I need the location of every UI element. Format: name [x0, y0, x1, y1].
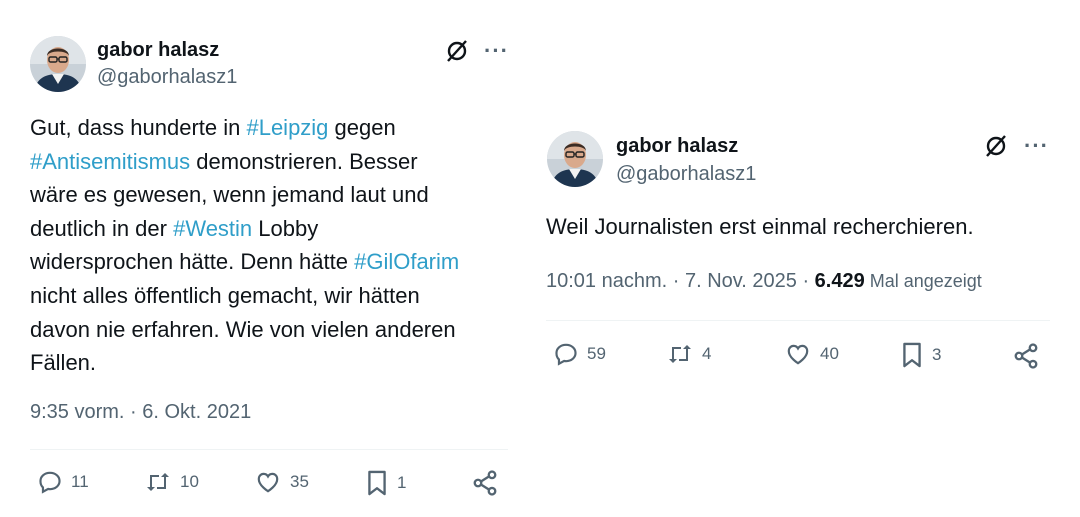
more-icon[interactable]: ··· [1024, 135, 1049, 157]
bookmark-icon [900, 341, 924, 369]
like-count: 35 [290, 472, 309, 491]
tweet-card: gabor halasz @gaborhalasz1 ··· Weil Jour… [530, 0, 1080, 517]
tweet-text-line: Gut, dass hunderte in #Leipzig gegen [30, 111, 520, 145]
repost-count: 4 [702, 344, 712, 363]
tweet-text-line: Weil Journalisten erst einmal recherchie… [546, 210, 1066, 244]
text-segment: wäre es gewesen, wenn jemand laut und [30, 182, 429, 208]
text-segment: demonstrieren. Besser [190, 148, 418, 174]
avatar[interactable] [547, 131, 603, 187]
text-segment: davon nie erfahren. Wie von vielen ander… [30, 316, 456, 342]
tweet-text-line: widersprochen hätte. Denn hätte #GilOfar… [30, 245, 520, 279]
repost-icon [666, 341, 694, 367]
reply-button[interactable]: 59 [553, 341, 606, 367]
author-handle[interactable]: @gaborhalasz1 [97, 66, 237, 89]
like-button[interactable]: 35 [254, 469, 309, 495]
grok-icon[interactable] [444, 38, 470, 64]
timestamp-text[interactable]: 10:01 nachm. · 7. Nov. 2025 · [546, 270, 815, 292]
hashtag-link[interactable]: #GilOfarim [354, 249, 459, 274]
tweet-text-line: nicht alles öffentlich gemacht, wir hätt… [30, 279, 520, 313]
hashtag-link[interactable]: #Westin [173, 216, 252, 241]
bookmark-count: 3 [932, 345, 942, 364]
like-icon [784, 341, 812, 367]
tweet-card: gabor halasz @gaborhalasz1 ··· Gut, dass… [0, 0, 530, 517]
share-button[interactable] [471, 469, 499, 497]
hashtag-link[interactable]: #Leipzig [246, 115, 328, 140]
reply-button[interactable]: 11 [37, 469, 89, 495]
divider [30, 449, 508, 450]
share-icon [471, 469, 499, 497]
text-segment: gegen [328, 115, 396, 140]
reply-count: 11 [71, 472, 89, 491]
views-label: Mal angezeigt [864, 271, 982, 291]
bookmark-count: 1 [397, 473, 407, 492]
tweet-text-line: deutlich in der #Westin Lobby [30, 212, 520, 246]
more-icon[interactable]: ··· [484, 40, 509, 62]
views-count: 6.429 [814, 270, 865, 292]
reply-icon [37, 469, 63, 495]
text-segment: deutlich in der [30, 215, 174, 241]
text-segment: widersprochen hätte. Denn hätte [30, 249, 355, 275]
repost-button[interactable]: 4 [666, 341, 711, 367]
text-segment: Lobby [252, 215, 319, 241]
reply-icon [553, 341, 579, 367]
avatar[interactable] [30, 36, 86, 92]
tweet-text-line: Fällen. [30, 346, 520, 380]
tweet-text-line: davon nie erfahren. Wie von vielen ander… [30, 313, 520, 347]
repost-button[interactable]: 10 [144, 469, 199, 495]
like-count: 40 [820, 344, 839, 363]
share-button[interactable] [1012, 342, 1040, 370]
text-segment: Fällen. [30, 350, 97, 376]
bookmark-button[interactable]: 3 [900, 341, 941, 369]
repost-count: 10 [180, 472, 199, 491]
divider [546, 320, 1050, 321]
bookmark-button[interactable]: 1 [365, 469, 406, 497]
tweet-text: Gut, dass hunderte in #Leipzig gegen #Ant… [30, 111, 520, 380]
tweet-text: Weil Journalisten erst einmal recherchie… [546, 210, 1066, 244]
like-icon [254, 469, 282, 495]
grok-icon[interactable] [983, 133, 1009, 159]
tweet-timestamp[interactable]: 10:01 nachm. · 7. Nov. 2025 · 6.429 Mal … [546, 270, 982, 293]
repost-icon [144, 469, 172, 495]
author-handle[interactable]: @gaborhalasz1 [616, 163, 756, 186]
tweet-timestamp[interactable]: 9:35 vorm. · 6. Okt. 2021 [30, 401, 251, 424]
text-segment: Gut, dass hunderte in [30, 115, 247, 140]
text-segment: Weil Journalisten erst einmal recherchie… [546, 214, 974, 239]
author-name[interactable]: gabor halasz [97, 39, 219, 62]
reply-count: 59 [587, 344, 606, 363]
bookmark-icon [365, 469, 389, 497]
text-segment: nicht alles öffentlich gemacht, wir hätt… [30, 282, 420, 308]
tweet-text-line: wäre es gewesen, wenn jemand laut und [30, 178, 520, 212]
share-icon [1012, 342, 1040, 370]
tweet-text-line: #Antisemitismus demonstrieren. Besser [30, 145, 520, 179]
timestamp-text[interactable]: 9:35 vorm. · 6. Okt. 2021 [30, 401, 251, 423]
hashtag-link[interactable]: #Antisemitismus [30, 149, 190, 174]
like-button[interactable]: 40 [784, 341, 839, 367]
author-name[interactable]: gabor halasz [616, 135, 738, 158]
